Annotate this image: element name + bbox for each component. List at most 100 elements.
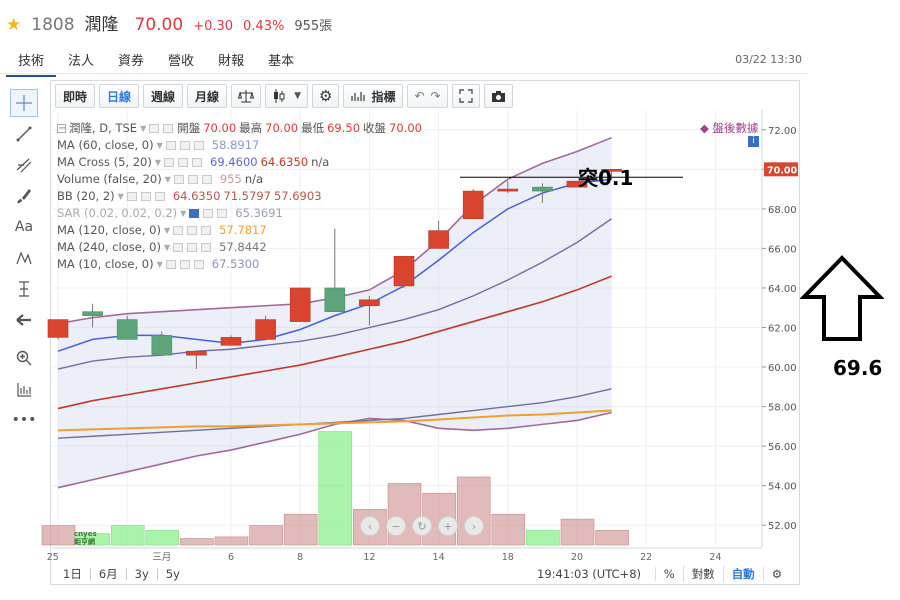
range-5y-button[interactable]: 5y — [158, 567, 188, 581]
x-tick-label: 18 — [502, 552, 514, 563]
clock: 19:41:03 (UTC+8) — [537, 567, 642, 581]
legend-row-volume: Volume (false, 20) ▼ 955 n/a — [57, 172, 264, 186]
legend-ma240-label: MA (240, close, 0) — [57, 240, 161, 254]
percent-button[interactable]: % — [654, 567, 683, 581]
reset-button[interactable]: ↻ — [412, 516, 432, 536]
annotation-text: 突0.1 — [578, 166, 634, 190]
legend-ma240-value: 57.8442 — [219, 240, 267, 254]
legend-low-label: 最低 — [301, 121, 325, 135]
watermark-line1: cnyes — [74, 530, 97, 538]
volume-bar — [560, 518, 595, 546]
legend-ma60-label: MA (60, close, 0) — [57, 138, 154, 152]
collapse-icon[interactable]: − — [57, 124, 66, 134]
candle-body — [428, 230, 449, 249]
price-chart[interactable]: 72.00 70.00 68.00 66.00 64.00 62.00 60.00 58.00… — [0, 0, 900, 600]
x-tick-label: 24 — [709, 552, 721, 563]
y-tick-label: 52.00 — [768, 521, 797, 532]
x-tick-label: 14 — [433, 552, 445, 563]
legend-row-ma240: MA (240, close, 0) ▼ 57.8442 — [57, 240, 267, 254]
legend-settings-icon[interactable] — [163, 124, 174, 133]
indicator-legend: − 潤隆, D, TSE ▼ 開盤 70.00 最高 70.00 最低 69.5… — [57, 120, 422, 273]
legend-row-ma10: MA (10, close, 0) ▼ 67.5300 — [57, 257, 260, 271]
x-tick-label: 20 — [571, 552, 583, 563]
legend-open-value: 70.00 — [203, 121, 237, 135]
x-tick-label: 6 — [228, 552, 234, 563]
range-6m-button[interactable]: 6月 — [91, 566, 126, 582]
bottom-bar: 1日 6月 3y 5y 19:41:03 (UTC+8) % 對數 自動 ⚙ — [55, 565, 800, 583]
y-tick-label: 60.00 — [768, 363, 797, 374]
zoom-out-button[interactable]: − — [386, 516, 406, 536]
volume-bar — [595, 530, 629, 546]
legend-row-sar: SAR (0.02, 0.02, 0.2) ▼ 65.3691 — [57, 206, 283, 220]
y-tick-label: 68.00 — [768, 205, 797, 216]
volume-bar — [249, 525, 283, 546]
legend-bb-value: 64.6350 — [172, 189, 221, 203]
volume-bar — [145, 530, 180, 546]
volume-bar — [318, 431, 353, 546]
volume-bar — [491, 513, 526, 546]
scroll-right-button[interactable]: › — [464, 516, 484, 536]
candle-body — [151, 335, 173, 356]
volume-bar — [526, 530, 560, 546]
legend-toggle-icon[interactable] — [149, 124, 160, 133]
legend-macross-extra: n/a — [311, 155, 330, 169]
legend-volume-label: Volume (false, 20) — [57, 172, 162, 186]
candle-body — [82, 311, 103, 316]
candle-body — [220, 337, 242, 346]
gear-icon[interactable]: ⚙ — [762, 567, 790, 581]
legend-sar-label: SAR (0.02, 0.02, 0.2) — [57, 206, 178, 220]
x-tick-label: 22 — [640, 552, 652, 563]
after-hours-link[interactable]: ◆ 盤後數據 — [700, 120, 759, 136]
legend-close-value: 70.00 — [389, 121, 422, 135]
legend-chevron-icon[interactable]: ▼ — [140, 120, 146, 137]
candle-body — [186, 350, 207, 356]
legend-row-bb: BB (20, 2) ▼ 64.6350 71.5797 57.6903 — [57, 189, 322, 203]
y-tick-label: 62.00 — [768, 324, 797, 335]
volume-bar — [180, 538, 214, 546]
legend-ma10-label: MA (10, close, 0) — [57, 257, 154, 271]
candle-body — [532, 186, 553, 192]
y-tick-label: 66.00 — [768, 244, 797, 255]
time-axis: 25 三月 6 8 12 14 18 20 22 24 — [47, 547, 762, 563]
y-tick-label: 58.00 — [768, 403, 797, 414]
y-tick-label: 54.00 — [768, 482, 797, 493]
legend-volume-value: 955 — [219, 172, 242, 186]
y-tick-label: 56.00 — [768, 442, 797, 453]
log-scale-button[interactable]: 對數 — [682, 566, 723, 582]
x-tick-label: 12 — [363, 552, 375, 563]
legend-high-label: 最高 — [239, 121, 263, 135]
auto-scale-button[interactable]: 自動 — [722, 566, 763, 582]
price-axis: 72.00 70.00 68.00 66.00 64.00 62.00 60.00 58.00… — [761, 110, 798, 547]
legend-macross-label: MA Cross (5, 20) — [57, 155, 152, 169]
info-icon[interactable]: i — [748, 136, 759, 147]
annotation-value: 69.6 — [833, 356, 883, 380]
legend-close-label: 收盤 — [363, 121, 387, 135]
cnyes-watermark: cnyes 鉅亨網 — [74, 530, 97, 546]
legend-row-ma120: MA (120, close, 0) ▼ 57.7817 — [57, 223, 267, 237]
legend-low-value: 69.50 — [327, 121, 361, 135]
up-arrow-icon — [800, 255, 884, 341]
scroll-left-button[interactable]: ‹ — [360, 516, 380, 536]
volume-bar — [214, 536, 249, 546]
y-tick-label: 72.00 — [768, 126, 797, 137]
x-tick-label: 三月 — [152, 552, 171, 563]
legend-volume-extra: n/a — [244, 172, 264, 186]
legend-series-label: 潤隆, D, TSE — [69, 121, 138, 135]
legend-ma120-label: MA (120, close, 0) — [57, 223, 161, 237]
volume-bar — [110, 525, 145, 546]
legend-bb-value2: 71.5797 — [223, 189, 271, 203]
legend-open-label: 開盤 — [177, 121, 201, 135]
y-tick-label: 64.00 — [768, 284, 797, 295]
volume-bar — [41, 525, 76, 546]
legend-row-ma60: MA (60, close, 0) ▼ 58.8917 — [57, 138, 260, 152]
range-3y-button[interactable]: 3y — [127, 567, 157, 581]
legend-high-value: 70.00 — [265, 121, 299, 135]
price-tag-label: 70.00 — [767, 165, 797, 176]
candle-body — [497, 188, 519, 192]
legend-macross-value: 69.4600 — [210, 155, 258, 169]
zoom-in-button[interactable]: + — [438, 516, 458, 536]
candle-body — [116, 319, 138, 340]
range-1d-button[interactable]: 1日 — [55, 566, 90, 582]
legend-macross-value2: 64.6350 — [260, 155, 309, 169]
legend-ma10-value: 67.5300 — [211, 257, 260, 271]
